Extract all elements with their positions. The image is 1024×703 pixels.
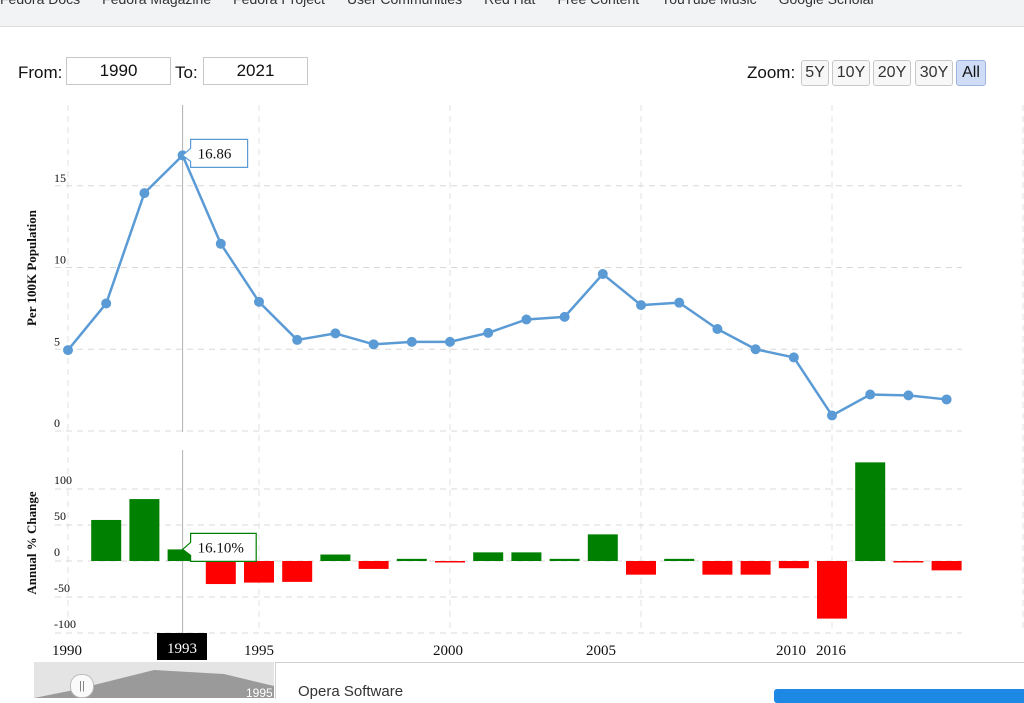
bar-2002 <box>511 552 542 561</box>
tooltip-text: 16.86 <box>198 146 232 162</box>
xaxis-label-1993: 1993 <box>167 641 197 657</box>
opera-popup: Opera Software <box>275 662 1024 703</box>
bar-2005 <box>626 561 656 575</box>
bar-2011 <box>855 462 886 561</box>
bar-2008 <box>740 561 771 575</box>
bar-yaxis-title: Annual % Change <box>24 491 39 595</box>
point-2007 <box>712 323 723 334</box>
navigator[interactable]: || 1995 <box>34 662 274 698</box>
bar-2007 <box>702 561 733 575</box>
point-2001 <box>483 327 494 338</box>
bar-2013 <box>931 561 962 571</box>
xaxis-label-2005: 2005 <box>586 643 616 659</box>
bar-1999 <box>396 558 427 561</box>
point-1994 <box>215 238 226 249</box>
point-2009 <box>788 352 799 363</box>
point-2008 <box>750 344 761 355</box>
point-1992 <box>139 188 150 199</box>
navigator-handle[interactable]: || <box>70 674 94 698</box>
point-2013 <box>941 394 952 405</box>
bar-ytick-label: 100 <box>54 473 72 487</box>
bar-2003 <box>549 558 580 561</box>
point-1997 <box>330 328 341 339</box>
bar-1994 <box>205 561 236 585</box>
point-2000 <box>445 336 455 347</box>
tooltip-text: 16.10% <box>198 540 244 556</box>
point-2002 <box>521 314 532 325</box>
bar-1996 <box>282 561 313 582</box>
point-2003 <box>559 311 570 322</box>
popup-title: Opera Software <box>298 683 404 700</box>
line-ytick-label: 10 <box>54 253 66 267</box>
bar-ytick-label: 50 <box>54 509 66 523</box>
point-1991 <box>101 298 112 309</box>
point-1999 <box>406 336 417 347</box>
bar-2000 <box>435 561 465 563</box>
bar-1997 <box>320 554 351 561</box>
bar-ytick-label: -100 <box>54 617 76 631</box>
line-ytick-label: 5 <box>54 334 60 348</box>
bar-tooltip: 16.10% <box>181 532 257 563</box>
bar-ytick-label: 0 <box>54 545 60 559</box>
point-2005 <box>636 300 646 311</box>
point-2011 <box>865 389 876 400</box>
xaxis-label-1990: 1990 <box>52 643 82 659</box>
point-2004 <box>597 269 608 280</box>
bar-1991 <box>91 519 122 561</box>
point-2006 <box>674 297 685 308</box>
bar-2004 <box>587 534 618 561</box>
point-2012 <box>903 390 914 401</box>
bar-1995 <box>244 561 274 583</box>
navigator-year-label: 1995 <box>246 686 273 698</box>
series-line <box>67 154 947 417</box>
bar-1998 <box>358 561 389 569</box>
line-tooltip: 16.86 <box>181 138 249 168</box>
point-1998 <box>368 339 379 350</box>
point-2010 <box>827 410 837 421</box>
bar-ytick-label: -50 <box>54 581 70 595</box>
xaxis-label-1995: 1995 <box>244 643 274 659</box>
point-1995 <box>254 296 264 307</box>
point-1996 <box>292 334 303 345</box>
bar-2012 <box>893 561 924 563</box>
xaxis-label-2000: 2000 <box>433 643 463 659</box>
xaxis-label-2010: 2010 <box>776 643 806 659</box>
popup-button[interactable] <box>774 689 1024 703</box>
bar-1992 <box>129 499 160 561</box>
bar-2006 <box>664 558 695 561</box>
bar-2009 <box>778 561 809 569</box>
line-yaxis-title: Per 100K Population <box>24 209 39 326</box>
xaxis-label-2016: 2016 <box>816 643 847 659</box>
bar-2001 <box>473 552 504 561</box>
navigator-strip: || 1995 Opera Software <box>0 662 1024 703</box>
point-1990 <box>63 345 73 356</box>
line-ytick-label: 0 <box>54 416 60 430</box>
line-ytick-label: 15 <box>54 171 66 185</box>
bar-2010 <box>817 561 847 619</box>
chart-area: 0 5 10 15 -100 -50 0 50 100 Per 100K Population An… <box>24 105 1024 660</box>
